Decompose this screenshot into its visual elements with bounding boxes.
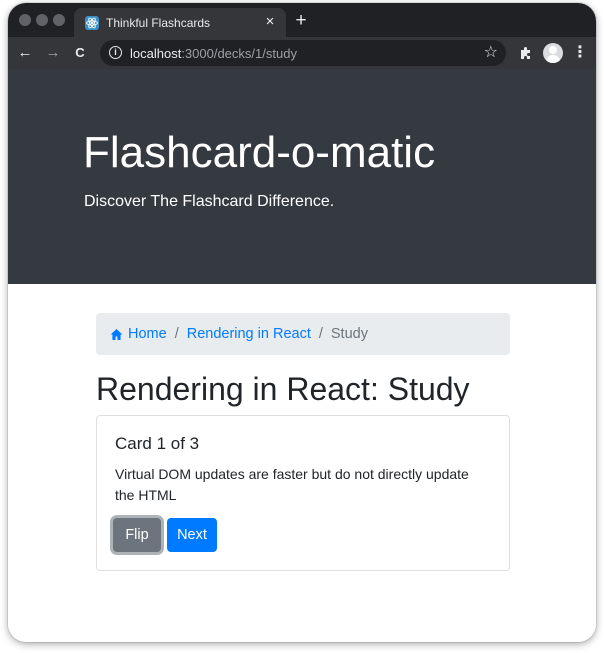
reload-icon[interactable]: C	[69, 42, 91, 64]
breadcrumb-home-link[interactable]: Home	[110, 326, 167, 342]
back-arrow-icon[interactable]: ←	[14, 42, 36, 64]
kebab-menu-icon[interactable]: ⋮	[572, 43, 588, 63]
breadcrumb-current: Study	[330, 326, 368, 342]
tab-close-icon[interactable]: ×	[260, 12, 280, 32]
flip-button[interactable]: Flip	[113, 518, 161, 552]
card-text: Virtual DOM updates are faster but do no…	[115, 466, 469, 503]
url-host: localhost	[130, 46, 182, 61]
info-icon[interactable]: i	[109, 46, 122, 59]
window-zoom-dot[interactable]	[53, 14, 65, 26]
window-minimize-dot[interactable]	[36, 14, 48, 26]
new-tab-icon[interactable]: +	[290, 10, 312, 32]
profile-avatar-icon[interactable]	[543, 43, 563, 63]
card-counter: Card 1 of 3	[115, 434, 200, 453]
browser-window: Thinkful Flashcards × + ← → C i localhos…	[8, 3, 596, 642]
page-viewport: Flashcard-o-matic Discover The Flashcard…	[8, 69, 596, 642]
puzzle-extension-icon[interactable]	[516, 43, 536, 63]
star-icon[interactable]: ☆	[484, 43, 498, 63]
breadcrumb-home-label: Home	[128, 326, 167, 342]
address-bar[interactable]: i localhost:3000/decks/1/study ☆	[100, 40, 506, 66]
flashcard: Card 1 of 3 Virtual DOM updates are fast…	[96, 415, 510, 571]
breadcrumb-separator: /	[318, 326, 323, 342]
window-close-dot[interactable]	[19, 14, 31, 26]
site-title: Flashcard-o-matic	[83, 128, 436, 177]
home-icon	[110, 328, 123, 340]
react-favicon-icon	[85, 16, 99, 30]
url-text[interactable]: localhost:3000/decks/1/study	[130, 46, 297, 61]
next-button[interactable]: Next	[167, 518, 217, 552]
forward-arrow-icon[interactable]: →	[42, 42, 64, 64]
tab-title: Thinkful Flashcards	[106, 16, 211, 30]
header-jumbotron: Flashcard-o-matic Discover The Flashcard…	[8, 69, 596, 284]
breadcrumb-separator: /	[174, 326, 179, 342]
browser-tab[interactable]: Thinkful Flashcards ×	[74, 8, 286, 37]
tab-strip: Thinkful Flashcards × +	[8, 3, 596, 37]
page-title: Rendering in React: Study	[96, 371, 470, 407]
breadcrumb-deck-link[interactable]: Rendering in React	[187, 326, 311, 342]
site-subtitle: Discover The Flashcard Difference.	[84, 193, 335, 210]
url-path: :3000/decks/1/study	[181, 46, 297, 61]
browser-toolbar: ← → C i localhost:3000/decks/1/study ☆ ⋮	[8, 37, 596, 69]
breadcrumb: Home / Rendering in React / Study	[96, 313, 510, 355]
